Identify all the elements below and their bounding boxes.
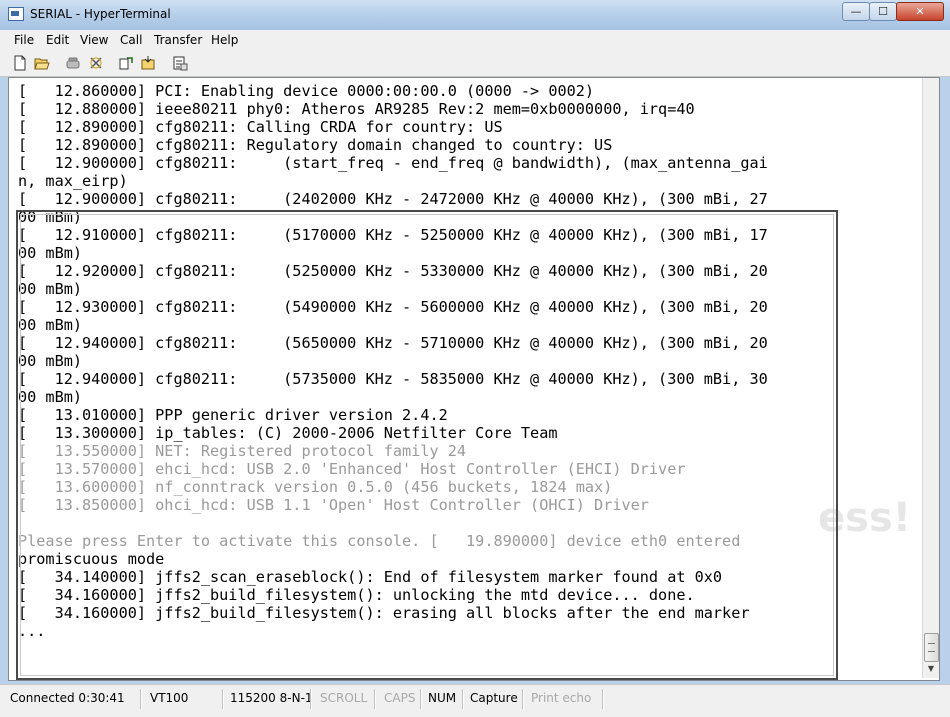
terminal-line: Please press Enter to activate this cons… bbox=[18, 532, 741, 550]
status-settings: 115200 8-N-1 bbox=[230, 691, 313, 705]
terminal-line: [ 13.570000] ehci_hcd: USB 2.0 'Enhanced… bbox=[18, 460, 686, 478]
status-num: NUM bbox=[428, 691, 457, 705]
terminal-line: [ 34.140000] jffs2_scan_eraseblock(): En… bbox=[18, 568, 723, 586]
vertical-scrollbar[interactable]: ▼ bbox=[922, 78, 939, 678]
status-scroll: SCROLL bbox=[320, 691, 368, 705]
terminal-line: [ 13.010000] PPP generic driver version … bbox=[18, 406, 448, 424]
terminal-line: promiscuous mode bbox=[18, 550, 165, 568]
terminal-line: 00 mBm) bbox=[18, 316, 83, 334]
terminal-line: [ 13.600000] nf_conntrack version 0.5.0 … bbox=[18, 478, 613, 496]
scroll-down-arrow-icon[interactable]: ▼ bbox=[924, 662, 938, 676]
terminal-line: [ 13.300000] ip_tables: (C) 2000-2006 Ne… bbox=[18, 424, 558, 442]
terminal-line: [ 12.890000] cfg80211: Calling CRDA for … bbox=[18, 118, 503, 136]
terminal-line: [ 12.900000] cfg80211: (2402000 KHz - 24… bbox=[18, 190, 768, 208]
close-button[interactable]: ✕ bbox=[896, 2, 944, 21]
status-emulation: VT100 bbox=[150, 691, 189, 705]
open-icon[interactable] bbox=[34, 55, 50, 71]
hyperterminal-app-icon[interactable] bbox=[8, 7, 24, 21]
status-capture: Capture bbox=[470, 691, 518, 705]
new-icon[interactable] bbox=[12, 55, 28, 71]
terminal-line: 00 mBm) bbox=[18, 352, 83, 370]
terminal-line: [ 34.160000] jffs2_build_filesystem(): u… bbox=[18, 586, 695, 604]
status-caps: CAPS bbox=[384, 691, 416, 705]
toolbar bbox=[0, 50, 950, 77]
phone-icon[interactable] bbox=[65, 55, 81, 71]
terminal-line: 00 mBm) bbox=[18, 280, 83, 298]
window-title: SERIAL - HyperTerminal bbox=[30, 7, 171, 21]
maximize-button[interactable]: ☐ bbox=[869, 2, 897, 21]
terminal-line: [ 12.860000] PCI: Enabling device 0000:0… bbox=[18, 82, 595, 100]
send-icon[interactable] bbox=[118, 55, 134, 71]
terminal-line: [ 12.900000] cfg80211: (start_freq - end… bbox=[18, 154, 768, 172]
menu-edit[interactable]: Edit bbox=[46, 33, 69, 47]
terminal-line: [ 12.930000] cfg80211: (5490000 KHz - 56… bbox=[18, 298, 768, 316]
terminal-line: ... bbox=[18, 622, 46, 640]
disconnect-icon[interactable] bbox=[88, 55, 104, 71]
terminal-line: 00 mBm) bbox=[18, 208, 83, 226]
menu-file[interactable]: File bbox=[14, 33, 34, 47]
status-print-echo: Print echo bbox=[531, 691, 592, 705]
menu-view[interactable]: View bbox=[80, 33, 108, 47]
menu-help[interactable]: Help bbox=[211, 33, 238, 47]
menu-bar: File Edit View Call Transfer Help bbox=[0, 30, 950, 50]
minimize-button[interactable]: — bbox=[842, 2, 870, 21]
title-bar[interactable]: SERIAL - HyperTerminal — ☐ ✕ bbox=[0, 0, 950, 31]
menu-transfer[interactable]: Transfer bbox=[154, 33, 202, 47]
terminal-line: 00 mBm) bbox=[18, 388, 83, 406]
terminal-line: [ 13.850000] ohci_hcd: USB 1.1 'Open' Ho… bbox=[18, 496, 649, 514]
receive-icon[interactable] bbox=[140, 55, 156, 71]
terminal-line: n, max_eirp) bbox=[18, 172, 128, 190]
terminal-line: 00 mBm) bbox=[18, 244, 83, 262]
terminal-output: [ 12.860000] PCI: Enabling device 0000:0… bbox=[18, 82, 768, 640]
scroll-thumb[interactable] bbox=[924, 633, 939, 662]
properties-icon[interactable] bbox=[172, 55, 188, 71]
status-connected: Connected 0:30:41 bbox=[10, 691, 125, 705]
terminal-line: [ 12.910000] cfg80211: (5170000 KHz - 52… bbox=[18, 226, 768, 244]
status-bar: Connected 0:30:41 VT100 115200 8-N-1 SCR… bbox=[0, 684, 950, 717]
terminal-line: [ 12.880000] ieee80211 phy0: Atheros AR9… bbox=[18, 100, 695, 118]
watermark-text: ess! bbox=[818, 495, 911, 541]
terminal-line: [ 12.940000] cfg80211: (5650000 KHz - 57… bbox=[18, 334, 768, 352]
menu-call[interactable]: Call bbox=[120, 33, 142, 47]
terminal-line: [ 12.890000] cfg80211: Regulatory domain… bbox=[18, 136, 613, 154]
terminal-line: [ 12.920000] cfg80211: (5250000 KHz - 53… bbox=[18, 262, 768, 280]
terminal-line: [ 13.550000] NET: Registered protocol fa… bbox=[18, 442, 467, 460]
terminal-line: [ 12.940000] cfg80211: (5735000 KHz - 58… bbox=[18, 370, 768, 388]
terminal-line: [ 34.160000] jffs2_build_filesystem(): e… bbox=[18, 604, 750, 622]
